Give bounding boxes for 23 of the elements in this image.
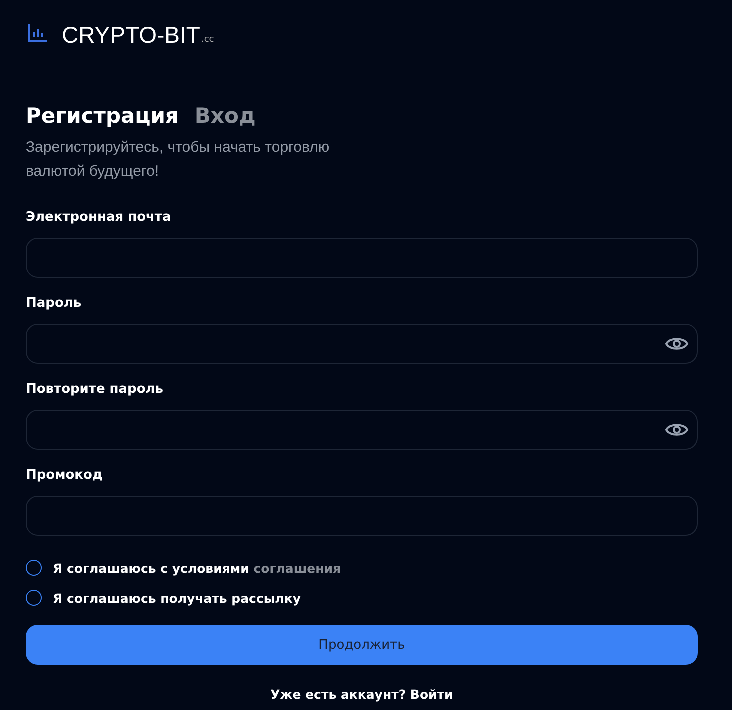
checkbox[interactable] (26, 590, 42, 606)
input-field[interactable] (26, 238, 698, 278)
bar-chart-icon (28, 24, 48, 42)
tab[interactable]: Вход (194, 104, 256, 128)
input-field[interactable] (26, 410, 698, 450)
tab[interactable]: Регистрация (26, 104, 179, 128)
eye-icon[interactable] (665, 422, 689, 438)
field-label: Промокод (26, 468, 104, 484)
login-prompt[interactable]: Уже есть аккаунт? Войти (270, 687, 454, 702)
checkbox-label: Я соглашаюсь с условиями соглашения (53, 560, 342, 576)
checkbox-label: Я соглашаюсь получать рассылку (53, 590, 301, 606)
field-label: Повторите пароль (26, 382, 165, 398)
subtitle: Зарегистрируйтесь, чтобы начать торговлю валютой будущего! (26, 138, 331, 182)
logo-text: CRYPTO-BIT (62, 21, 200, 50)
logo-suffix: .cc (201, 35, 214, 45)
eye-icon[interactable] (665, 336, 689, 352)
field-label: Пароль (26, 296, 83, 312)
field-label: Электронная почта (26, 210, 172, 226)
input-field[interactable] (26, 496, 698, 536)
checkbox[interactable] (26, 560, 42, 576)
agreement-link[interactable]: соглашения (254, 560, 342, 576)
input-field[interactable] (26, 324, 698, 364)
continue-button[interactable]: Продолжить (26, 625, 698, 665)
